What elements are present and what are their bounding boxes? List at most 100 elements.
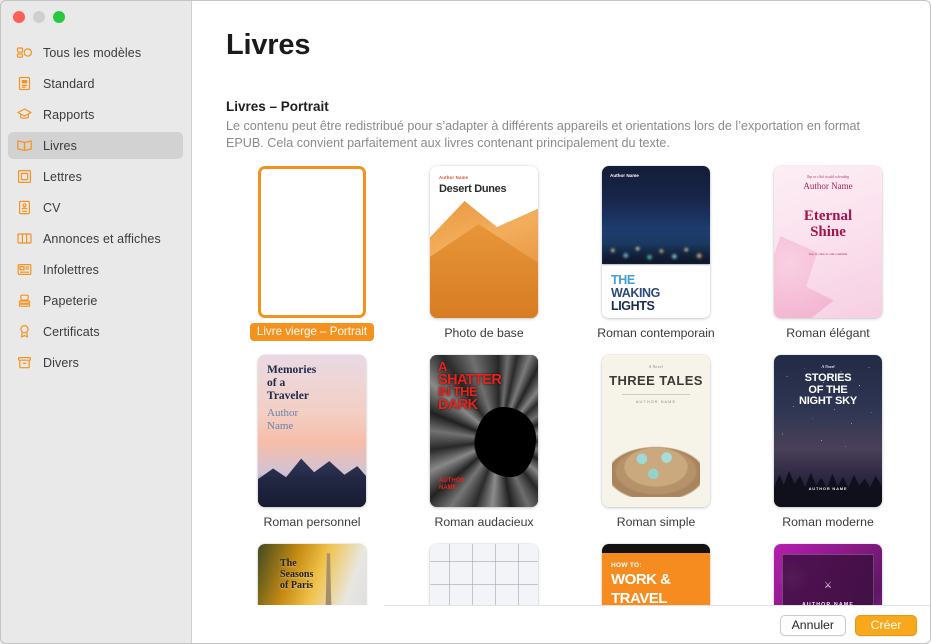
cover-blank: [261, 169, 363, 315]
nest-eggs-photo: [612, 429, 700, 497]
sidebar-item-standard[interactable]: Standard: [8, 70, 183, 97]
template-thumbnail[interactable]: HOW TO: WORK & TRAVEL: [602, 544, 710, 605]
template-caption: Livre vierge – Portrait: [249, 323, 375, 341]
create-button[interactable]: Créer: [855, 614, 917, 636]
thumbnail-wrap: A Novel STORIES OF THE NIGHT SKY AUTHOR …: [774, 355, 882, 507]
cover-applied-chemistry: ⚔ AUTHOR NAME APPLIED CHEMISTRY FIRST ED…: [774, 544, 882, 605]
template-card-applied-chemistry[interactable]: ⚔ AUTHOR NAME APPLIED CHEMISTRY FIRST ED…: [742, 544, 914, 605]
cover-three-tales: A Novel THREE TALES AUTHOR NAME: [602, 355, 710, 507]
cover-author: Author Name: [803, 181, 853, 191]
sidebar-item-livres[interactable]: Livres: [8, 132, 183, 159]
cancel-button[interactable]: Annuler: [779, 614, 846, 636]
graduation-cap-icon: [16, 106, 33, 123]
template-thumbnail[interactable]: [258, 166, 366, 318]
letter-frame-icon: [16, 168, 33, 185]
template-thumbnail[interactable]: ⚔ AUTHOR NAME APPLIED CHEMISTRY FIRST ED…: [774, 544, 882, 605]
sidebar-item-lettres[interactable]: Lettres: [8, 163, 183, 190]
cover-title: The Seasons of Paris: [280, 558, 313, 591]
bokeh-lights: [602, 230, 710, 264]
cover-title: STORIES OF THE NIGHT SKY: [774, 372, 882, 408]
template-card-livre-vierge[interactable]: Livre vierge – Portrait: [226, 166, 398, 355]
template-thumbnail[interactable]: Tap or click to add a heading Author Nam…: [774, 166, 882, 318]
sidebar-item-annonces-et-affiches[interactable]: Annonces et affiches: [8, 225, 183, 252]
template-card-puzzle[interactable]: [398, 544, 570, 605]
cover-kicker: HOW TO:: [611, 562, 642, 569]
city-night-photo: Author Name: [602, 166, 710, 264]
open-book-icon: [16, 137, 33, 154]
thumbnail-wrap: Tap or click to add a heading Author Nam…: [774, 166, 882, 318]
template-card-roman-simple[interactable]: A Novel THREE TALES AUTHOR NAME Roman si…: [570, 355, 742, 544]
section-description: Le contenu peut être redistribué pour s’…: [226, 119, 861, 150]
template-card-seasons-of-paris[interactable]: The Seasons of Paris: [226, 544, 398, 605]
template-caption: Roman élégant: [786, 326, 870, 340]
sidebar-item-label: Certificats: [43, 324, 100, 339]
template-card-roman-audacieux[interactable]: A SHATTER IN THE DARK AUTHOR NAME Roman …: [398, 355, 570, 544]
glass-hole: [475, 406, 536, 477]
resume-card-icon: [16, 199, 33, 216]
template-thumbnail[interactable]: Author Name Desert Dunes: [430, 166, 538, 318]
cover-title-line3: Traveler: [267, 390, 309, 402]
close-button[interactable]: [13, 11, 25, 23]
template-card-how-to-work-travel[interactable]: HOW TO: WORK & TRAVEL: [570, 544, 742, 605]
cover-author: Author Name: [267, 407, 357, 432]
cover-title-line4: DARK: [438, 396, 478, 413]
sidebar-item-certificats[interactable]: Certificats: [8, 318, 183, 345]
cover-panel: ⚔ AUTHOR NAME APPLIED CHEMISTRY FIRST ED…: [782, 554, 874, 605]
cover-desert-dunes: Author Name Desert Dunes: [430, 166, 538, 318]
cover-author-line2: Name: [267, 419, 294, 432]
cover-title-line2: of a: [267, 377, 286, 389]
mountain-graphic: [258, 458, 366, 507]
template-thumbnail[interactable]: Author Name THE WAKING LIGHTS: [602, 166, 710, 318]
sidebar-item-divers[interactable]: Divers: [8, 349, 183, 376]
cover-how-to: HOW TO: WORK & TRAVEL: [602, 544, 710, 605]
template-card-photo-de-base[interactable]: Author Name Desert Dunes Photo de base: [398, 166, 570, 355]
dune-photo: [439, 207, 529, 293]
template-card-roman-elegant[interactable]: Tap or click to add a heading Author Nam…: [742, 166, 914, 355]
footer-toolbar: Annuler Créer: [384, 605, 931, 644]
cover-seasons-paris: The Seasons of Paris: [258, 544, 366, 605]
sidebar-item-infolettres[interactable]: Infolettres: [8, 256, 183, 283]
cover-title: Memories of a Traveler: [267, 364, 357, 403]
template-thumbnail[interactable]: A Novel THREE TALES AUTHOR NAME: [602, 355, 710, 507]
template-thumbnail[interactable]: The Seasons of Paris: [258, 544, 366, 605]
stamp-icon: [16, 292, 33, 309]
sidebar-item-tous-les-modeles[interactable]: Tous les modèles: [8, 39, 183, 66]
cover-title-block: THE WAKING LIGHTS: [602, 264, 710, 313]
document-icon: [16, 75, 33, 92]
cover-title-block: HOW TO: WORK & TRAVEL: [602, 553, 710, 605]
sidebar-item-cv[interactable]: CV: [8, 194, 183, 221]
template-thumbnail[interactable]: A Novel STORIES OF THE NIGHT SKY AUTHOR …: [774, 355, 882, 507]
section-title: Livres – Portrait: [226, 99, 329, 114]
sidebar-item-rapports[interactable]: Rapports: [8, 101, 183, 128]
sidebar-item-label: Livres: [43, 138, 77, 153]
sidebar-item-label: Annonces et affiches: [43, 231, 161, 246]
petal-graphic: [774, 236, 834, 318]
template-card-roman-moderne[interactable]: A Novel STORIES OF THE NIGHT SKY AUTHOR …: [742, 355, 914, 544]
minimize-button[interactable]: [33, 11, 45, 23]
thumbnail-wrap: [258, 166, 366, 318]
sidebar-item-label: CV: [43, 200, 61, 215]
sidebar-item-papeterie[interactable]: Papeterie: [8, 287, 183, 314]
sidebar-item-label: Rapports: [43, 107, 95, 122]
template-card-roman-contemporain[interactable]: Author Name THE WAKING LIGHTS Roman cont…: [570, 166, 742, 355]
cover-title-line2: Shine: [810, 224, 846, 240]
cover-author: AUTHOR NAME: [439, 478, 465, 491]
template-thumbnail[interactable]: A SHATTER IN THE DARK AUTHOR NAME: [430, 355, 538, 507]
template-caption: Roman audacieux: [434, 515, 534, 529]
thumbnail-wrap: [430, 544, 538, 605]
template-caption: Roman contemporain: [597, 326, 715, 340]
template-scroll-area[interactable]: Livres Livres – Portrait Le contenu peut…: [192, 0, 931, 605]
sidebar-item-label: Lettres: [43, 169, 82, 184]
template-thumbnail[interactable]: Memories of a Traveler Author Name: [258, 355, 366, 507]
template-grid: Livre vierge – Portrait Author Name Dese…: [226, 166, 897, 605]
cover-title-line2: WORK &: [611, 571, 671, 588]
zoom-button[interactable]: [53, 11, 65, 23]
cover-author-line1: Author: [267, 407, 299, 419]
cover-author: AUTHOR NAME: [808, 486, 848, 491]
cover-title-line3: TRAVEL: [611, 589, 667, 605]
template-thumbnail[interactable]: [430, 544, 538, 605]
template-card-roman-personnel[interactable]: Memories of a Traveler Author Name Roman…: [226, 355, 398, 544]
cover-title-line2: WAKING: [611, 285, 660, 300]
cover-author-line2: NAME: [439, 484, 457, 491]
thumbnail-wrap: The Seasons of Paris: [258, 544, 366, 605]
